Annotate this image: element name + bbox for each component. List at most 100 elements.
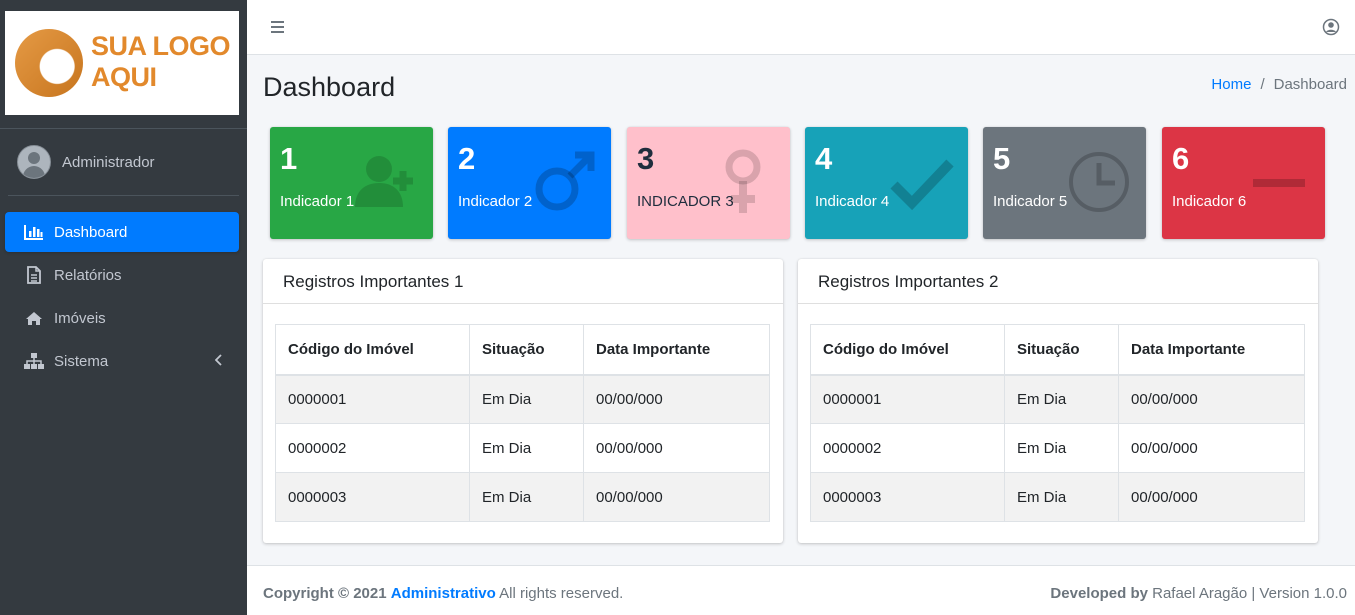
column-header: Situação	[1004, 324, 1119, 376]
table-cell: 0000002	[275, 423, 470, 473]
check-icon	[890, 159, 954, 211]
card-title: Registros Importantes 2	[798, 259, 1318, 304]
indicator-label: Indicador 6	[1172, 193, 1247, 210]
indicator-label: Indicador 5	[993, 193, 1068, 210]
table-cell: Em Dia	[469, 423, 584, 473]
table-cell: 0000003	[810, 472, 1005, 522]
indicator-box-3[interactable]: 3 INDICADOR 3	[627, 127, 790, 239]
table-cell: 00/00/000	[583, 423, 770, 473]
sitemap-icon	[23, 352, 45, 370]
file-text-icon	[23, 266, 45, 284]
user-name[interactable]: Administrador	[62, 154, 155, 171]
sidebar-nav: Dashboard Relatórios Imóveis Sistema	[5, 212, 239, 384]
records-card-1: Registros Importantes 1 Código do Imóvel…	[263, 259, 783, 543]
footer-brand-link[interactable]: Administrativo	[391, 585, 496, 602]
indicator-number: 5	[993, 141, 1011, 176]
chart-bar-icon	[23, 223, 45, 241]
footer-credits: Developed by Rafael Aragão | Version 1.0…	[1050, 585, 1347, 602]
table-cell: Em Dia	[1004, 374, 1119, 424]
table-row: 0000001 Em Dia 00/00/000	[275, 374, 770, 424]
sidebar-item-label: Dashboard	[54, 223, 128, 241]
records-card-2: Registros Importantes 2 Código do Imóvel…	[798, 259, 1318, 543]
sidebar-item-dashboard[interactable]: Dashboard	[5, 212, 239, 252]
table-cell: Em Dia	[469, 472, 584, 522]
developed-by-label: Developed by	[1050, 585, 1148, 602]
indicator-number: 3	[637, 141, 655, 176]
indicator-label: Indicador 1	[280, 193, 355, 210]
table-cell: 0000003	[275, 472, 470, 522]
logo-text-line1: SUA LOGO	[91, 31, 231, 61]
logo-text-line2: AQUI	[91, 62, 157, 92]
table-header-row: Código do Imóvel Situação Data Important…	[275, 324, 770, 376]
indicator-label: Indicador 2	[458, 193, 533, 210]
sidebar-item-sistema[interactable]: Sistema	[5, 341, 239, 381]
table-cell: Em Dia	[1004, 423, 1119, 473]
avatar	[17, 145, 51, 179]
minus-icon	[1253, 179, 1305, 187]
card-title: Registros Importantes 1	[263, 259, 783, 304]
footer: Copyright © 2021 Administrativo All righ…	[247, 565, 1355, 615]
sidebar: SUA LOGO AQUI Administrador Dashboard Re…	[0, 0, 247, 615]
table-row: 0000003 Em Dia 00/00/000	[275, 472, 770, 522]
table-header-row: Código do Imóvel Situação Data Important…	[810, 324, 1305, 376]
sidebar-item-relatorios[interactable]: Relatórios	[5, 255, 239, 295]
mars-icon	[535, 151, 595, 211]
breadcrumb-separator: /	[1260, 76, 1265, 93]
sidebar-divider	[0, 128, 247, 129]
table-cell: 00/00/000	[1118, 472, 1305, 522]
user-plus-icon	[355, 156, 413, 207]
author-version-text: Rafael Aragão | Version 1.0.0	[1152, 585, 1347, 602]
column-header: Código do Imóvel	[275, 324, 470, 376]
breadcrumb-home-link[interactable]: Home	[1211, 76, 1251, 93]
column-header: Data Importante	[1118, 324, 1305, 376]
footer-copyright: Copyright © 2021 Administrativo All righ…	[263, 585, 623, 602]
table-cell: 00/00/000	[583, 472, 770, 522]
copyright-text: Copyright © 2021	[263, 585, 387, 602]
indicator-box-6[interactable]: 6 Indicador 6	[1162, 127, 1325, 239]
table-row: 0000002 Em Dia 00/00/000	[275, 423, 770, 473]
table-cell: 0000001	[275, 374, 470, 424]
indicator-number: 4	[815, 141, 833, 176]
logo[interactable]: SUA LOGO AQUI	[5, 11, 239, 115]
table-cell: 00/00/000	[1118, 374, 1305, 424]
card-body: Código do Imóvel Situação Data Important…	[263, 304, 783, 542]
column-header: Situação	[469, 324, 584, 376]
column-header: Código do Imóvel	[810, 324, 1005, 376]
sidebar-item-label: Sistema	[54, 352, 109, 370]
indicator-box-2[interactable]: 2 Indicador 2	[448, 127, 611, 239]
table-row: 0000001 Em Dia 00/00/000	[810, 374, 1305, 424]
logo-mark-icon	[15, 29, 83, 97]
table-cell: 0000001	[810, 374, 1005, 424]
menu-toggle-icon[interactable]	[270, 19, 286, 35]
table-cell: 00/00/000	[583, 374, 770, 424]
indicator-label: Indicador 4	[815, 193, 890, 210]
chevron-left-icon	[214, 353, 223, 370]
table-cell: Em Dia	[469, 374, 584, 424]
table-row: 0000002 Em Dia 00/00/000	[810, 423, 1305, 473]
table-row: 0000003 Em Dia 00/00/000	[810, 472, 1305, 522]
sidebar-item-label: Imóveis	[54, 309, 106, 327]
indicator-number: 1	[280, 141, 298, 176]
sidebar-divider	[8, 195, 239, 196]
breadcrumb: Home / Dashboard	[1211, 76, 1347, 93]
sidebar-item-label: Relatórios	[54, 266, 122, 284]
indicator-number: 2	[458, 141, 476, 176]
rights-text: All rights reserved.	[499, 585, 624, 602]
venus-icon	[725, 149, 761, 213]
indicator-number: 6	[1172, 141, 1190, 176]
clock-icon	[1069, 152, 1129, 212]
table-cell: 0000002	[810, 423, 1005, 473]
breadcrumb-current: Dashboard	[1273, 76, 1347, 93]
top-navbar	[247, 0, 1355, 55]
sidebar-item-imoveis[interactable]: Imóveis	[5, 298, 239, 338]
indicator-box-4[interactable]: 4 Indicador 4	[805, 127, 968, 239]
records-table: Código do Imóvel Situação Data Important…	[810, 324, 1305, 522]
card-body: Código do Imóvel Situação Data Important…	[798, 304, 1318, 542]
user-circle-icon[interactable]	[1322, 18, 1340, 36]
logo-text: SUA LOGO AQUI	[91, 31, 231, 93]
indicator-box-5[interactable]: 5 Indicador 5	[983, 127, 1146, 239]
page-title: Dashboard	[263, 72, 396, 102]
indicator-box-1[interactable]: 1 Indicador 1	[270, 127, 433, 239]
table-cell: 00/00/000	[1118, 423, 1305, 473]
user-panel[interactable]: Administrador	[17, 145, 155, 179]
